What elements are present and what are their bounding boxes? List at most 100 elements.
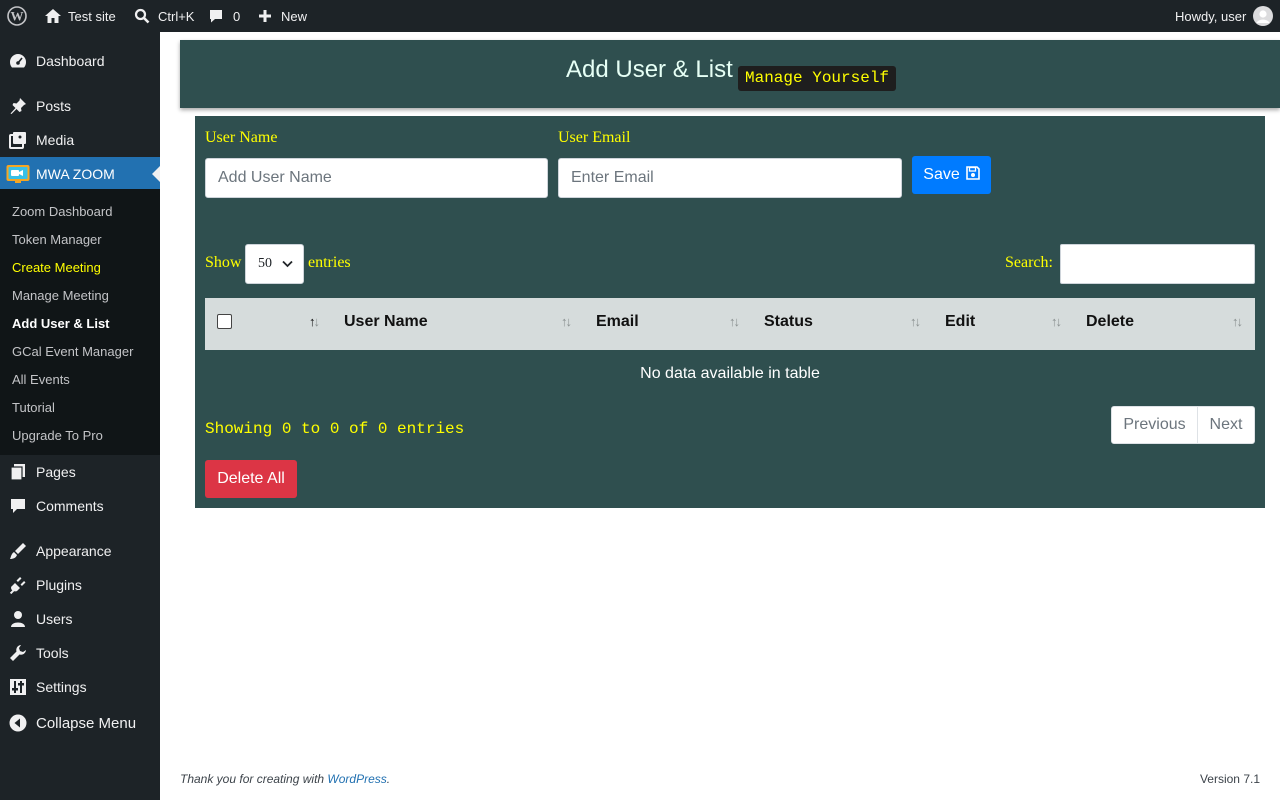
footer-thanks-text: Thank you for creating with: [180, 772, 328, 786]
menu-label: Users: [36, 611, 73, 627]
save-label: Save: [923, 166, 960, 183]
submenu-token-manager[interactable]: Token Manager: [12, 232, 102, 247]
submenu-upgrade-to-pro[interactable]: Upgrade To Pro: [12, 428, 103, 443]
previous-page-button[interactable]: Previous: [1112, 407, 1198, 443]
column-header-status[interactable]: Status: [764, 313, 813, 331]
user-name-label: User Name: [205, 129, 278, 146]
menu-label: Appearance: [36, 543, 112, 559]
menu-dashboard[interactable]: Dashboard: [0, 44, 160, 78]
menu-label: Posts: [36, 98, 72, 114]
delete-all-button[interactable]: Delete All: [205, 460, 297, 498]
submenu-add-user-list[interactable]: Add User & List: [12, 316, 110, 331]
search-shortcut-label: Ctrl+K: [158, 8, 195, 24]
submenu-tutorial[interactable]: Tutorial: [12, 400, 55, 415]
zoom-plugin-icon: [6, 164, 30, 184]
menu-label: Collapse Menu: [36, 714, 137, 732]
menu-appearance[interactable]: Appearance: [0, 534, 160, 568]
howdy-text: Howdy, user: [1175, 8, 1247, 24]
menu-comments[interactable]: Comments: [0, 489, 160, 523]
page-length-select[interactable]: 50: [245, 244, 304, 284]
my-account-link[interactable]: Howdy, user: [1175, 0, 1274, 32]
menu-settings[interactable]: Settings: [0, 670, 160, 704]
wordpress-link[interactable]: WordPress: [327, 772, 386, 786]
menu-posts[interactable]: Posts: [0, 89, 160, 123]
sort-icon[interactable]: ↑↓: [561, 314, 572, 329]
submenu-create-meeting[interactable]: Create Meeting: [12, 260, 101, 275]
sort-icon[interactable]: ↑↓: [309, 314, 320, 329]
submenu-manage-meeting[interactable]: Manage Meeting: [12, 288, 109, 303]
search-shortcut[interactable]: Ctrl+K: [134, 0, 194, 32]
comment-icon: [208, 8, 224, 24]
column-header-edit[interactable]: Edit: [945, 313, 975, 331]
wordpress-logo-icon[interactable]: W: [7, 0, 27, 32]
next-page-button[interactable]: Next: [1198, 407, 1254, 443]
page-length-value: 50: [258, 256, 272, 271]
comment-icon: [9, 497, 27, 515]
user-name-input[interactable]: [205, 158, 548, 198]
show-label: Show: [205, 254, 242, 271]
column-header-user-name[interactable]: User Name: [344, 313, 428, 331]
search-icon: [134, 8, 150, 24]
footer-thanks-suffix: .: [386, 772, 391, 786]
comment-count: 0: [233, 8, 241, 24]
home-icon: [44, 7, 62, 25]
collapse-menu-button[interactable]: Collapse Menu: [0, 706, 160, 740]
media-icon: [9, 131, 27, 149]
user-email-label: User Email: [558, 129, 631, 146]
site-name-link[interactable]: Test site: [44, 0, 116, 32]
plus-icon: [258, 9, 272, 23]
pagination: Previous Next: [1111, 406, 1255, 444]
menu-label: Comments: [36, 498, 104, 514]
menu-mwa-zoom[interactable]: MWA ZOOM: [0, 157, 160, 191]
submenu-all-events[interactable]: All Events: [12, 372, 70, 387]
svg-text:W: W: [11, 9, 24, 24]
menu-tools[interactable]: Tools: [0, 636, 160, 670]
admin-bar: W Test site Ctrl+K 0 New Howdy, user: [0, 0, 1280, 32]
active-menu-arrow: [152, 166, 160, 182]
submenu-zoom-dashboard[interactable]: Zoom Dashboard: [12, 204, 112, 219]
menu-pages[interactable]: Pages: [0, 455, 160, 489]
menu-users[interactable]: Users: [0, 602, 160, 636]
menu-label: MWA ZOOM: [36, 166, 115, 182]
menu-label: Dashboard: [36, 53, 105, 69]
sort-icon[interactable]: ↑↓: [729, 314, 740, 329]
avatar: [1253, 6, 1274, 26]
column-header-delete[interactable]: Delete: [1086, 313, 1134, 331]
sort-icon[interactable]: ↑↓: [910, 314, 921, 329]
menu-label: Settings: [36, 679, 87, 695]
new-content-link[interactable]: New: [258, 0, 307, 32]
save-button[interactable]: Save: [912, 156, 991, 194]
menu-label: Tools: [36, 645, 69, 661]
select-all-checkbox[interactable]: [217, 314, 232, 329]
footer-version: Version 7.1: [1199, 772, 1260, 786]
plug-icon: [9, 576, 27, 595]
footer-thanks: Thank you for creating with WordPress.: [180, 772, 390, 786]
submenu-gcal-event-manager[interactable]: GCal Event Manager: [12, 344, 133, 359]
table-search-input[interactable]: [1060, 244, 1255, 284]
floppy-disk-icon: [965, 165, 980, 185]
table-header-row: ↑↓ User Name ↑↓ Email ↑↓ Status ↑↓ Edit …: [205, 298, 1255, 350]
menu-label: Pages: [36, 464, 76, 480]
manage-yourself-badge: Manage Yourself: [738, 66, 897, 91]
search-label: Search:: [1005, 254, 1053, 271]
user-email-input[interactable]: [558, 158, 902, 198]
mwa-zoom-submenu: Zoom Dashboard Token Manager Create Meet…: [0, 189, 160, 455]
menu-media[interactable]: Media: [0, 123, 160, 157]
pin-icon: [9, 97, 27, 115]
menu-plugins[interactable]: Plugins: [0, 568, 160, 602]
entries-label: entries: [308, 254, 351, 271]
comments-link[interactable]: 0: [208, 0, 240, 32]
user-icon: [9, 610, 27, 628]
column-header-email[interactable]: Email: [596, 313, 639, 331]
pages-icon: [9, 463, 27, 481]
admin-sidebar: Dashboard Posts Media MWA ZOOM Zoom Dash…: [0, 32, 160, 800]
wrench-icon: [9, 644, 27, 662]
page-header: Add User & List Manage Yourself: [180, 40, 1280, 108]
user-list-panel: User Name User Email Save Show 50 entrie…: [195, 116, 1265, 508]
table-empty-message: No data available in table: [640, 365, 820, 382]
sort-icon[interactable]: ↑↓: [1232, 314, 1243, 329]
sort-icon[interactable]: ↑↓: [1051, 314, 1062, 329]
page-title: Add User & List: [566, 56, 733, 83]
dashboard-icon: [9, 52, 27, 70]
collapse-icon: [9, 714, 27, 732]
